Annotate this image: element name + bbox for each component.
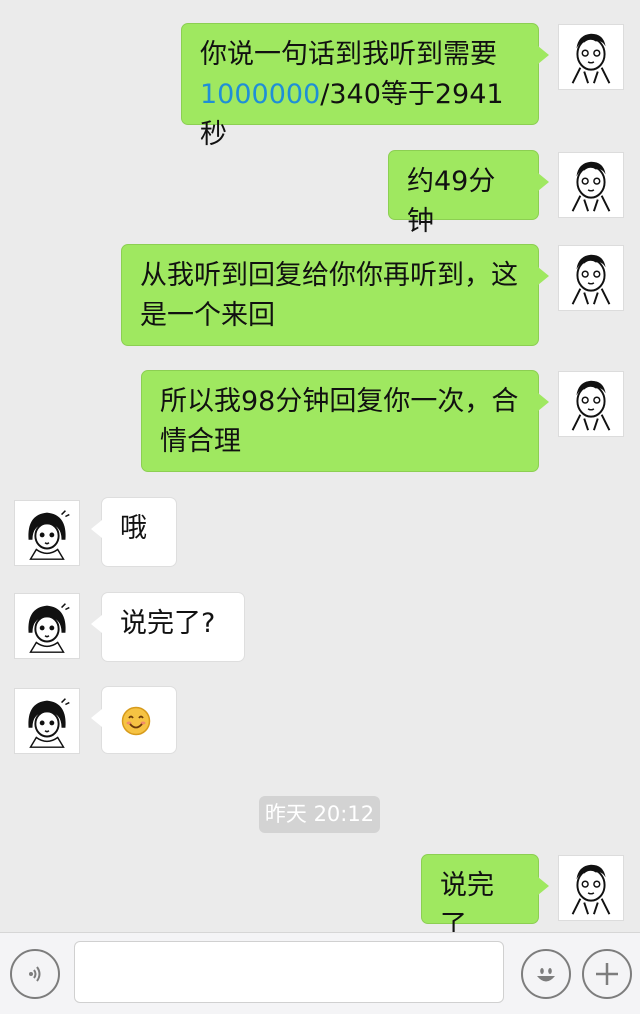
- message-text: 说完了?: [120, 608, 216, 639]
- avatar-me[interactable]: [558, 371, 624, 437]
- message-bubble-incoming[interactable]: [91, 686, 177, 754]
- phone-number-link[interactable]: 1000000: [200, 79, 320, 110]
- message-text-line: 你说一句话到我听到需要: [200, 39, 497, 70]
- message-bubble-outgoing[interactable]: 约49分钟: [388, 150, 549, 237]
- timestamp-divider: 昨天 20:12: [259, 796, 380, 833]
- avatar-contact[interactable]: [14, 688, 80, 754]
- message-bubble-outgoing[interactable]: 所以我98分钟回复你一次，合 情合理: [141, 370, 549, 472]
- plus-button[interactable]: [582, 949, 632, 999]
- message-bubble-outgoing[interactable]: 从我听到回复给你你再听到，这 是一个来回: [121, 244, 549, 346]
- message-bubble-incoming[interactable]: 哦: [91, 497, 177, 567]
- chat-area: 你说一句话到我听到需要 1000000/340等于2941秒 约49分钟 从我听…: [0, 0, 640, 941]
- message-text-line: 所以我98分钟回复你一次，合: [160, 386, 519, 417]
- message-input[interactable]: [74, 941, 504, 1003]
- voice-icon: [21, 960, 49, 988]
- avatar-contact[interactable]: [14, 593, 80, 659]
- avatar-me[interactable]: [558, 245, 624, 311]
- message-text-line: 是一个来回: [140, 300, 275, 331]
- message-bubble-outgoing[interactable]: 说完了: [421, 854, 549, 941]
- emoji-button[interactable]: [521, 949, 571, 999]
- input-bar: [0, 932, 640, 1014]
- avatar-me[interactable]: [558, 855, 624, 921]
- avatar-me[interactable]: [558, 24, 624, 90]
- message-text-line: 情合理: [160, 426, 241, 457]
- plus-icon: [593, 960, 621, 988]
- smile-emoji-icon: [121, 706, 151, 736]
- voice-button[interactable]: [10, 949, 60, 999]
- message-bubble-incoming[interactable]: 说完了?: [91, 592, 245, 662]
- avatar-me[interactable]: [558, 152, 624, 218]
- message-text-line: 从我听到回复给你你再听到，这: [140, 260, 518, 291]
- message-text-line: 1000000/340等于2941秒: [200, 75, 520, 155]
- message-bubble-outgoing[interactable]: 你说一句话到我听到需要 1000000/340等于2941秒: [181, 23, 549, 150]
- message-text: 哦: [120, 513, 147, 544]
- message-text: 约49分钟: [407, 166, 496, 237]
- avatar-contact[interactable]: [14, 500, 80, 566]
- emoji-icon: [532, 960, 560, 988]
